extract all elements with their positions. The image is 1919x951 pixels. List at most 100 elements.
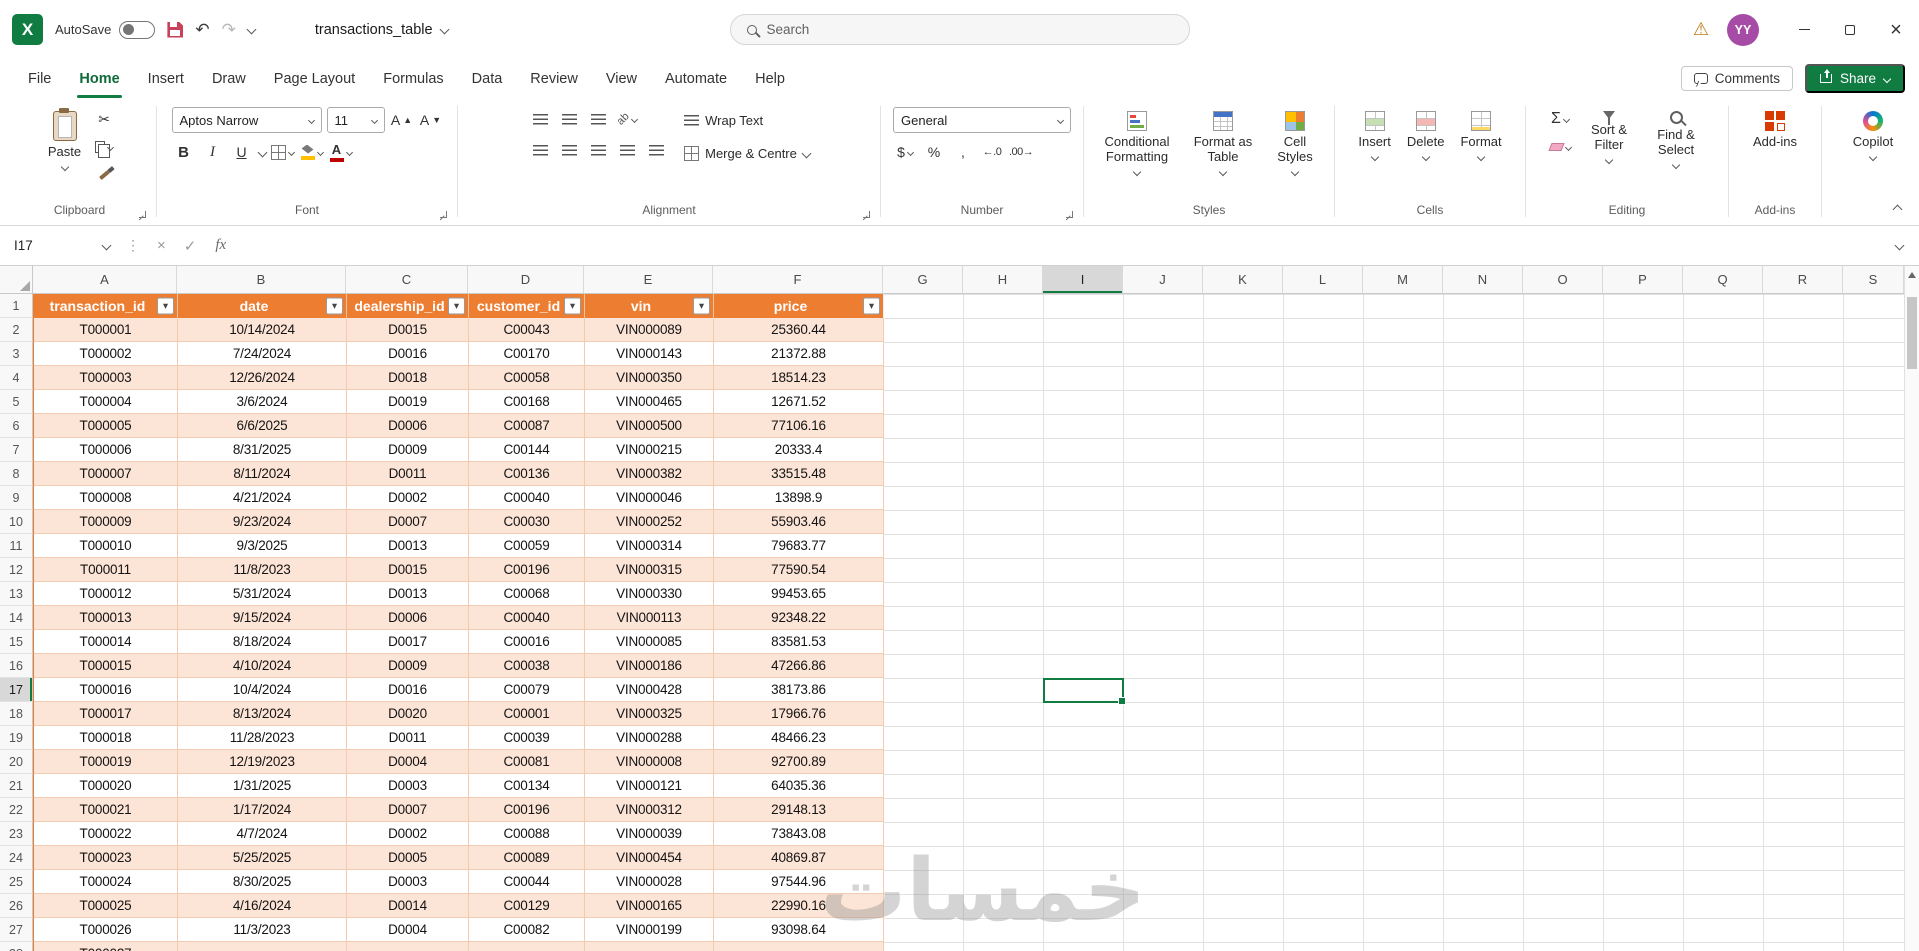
formula-bar-handle-icon[interactable]: ⋮ [126, 237, 140, 254]
cell[interactable]: VIN000186 [585, 654, 714, 678]
cell[interactable] [469, 942, 585, 951]
cell[interactable]: VIN000028 [585, 870, 714, 894]
cell[interactable]: 47266.86 [714, 654, 884, 678]
cell[interactable]: D0004 [347, 750, 469, 774]
comma-button[interactable]: , [951, 140, 975, 164]
row-header-4[interactable]: 4 [0, 366, 33, 390]
row-header-11[interactable]: 11 [0, 534, 33, 558]
row-header-13[interactable]: 13 [0, 582, 33, 606]
addins-button[interactable]: Add-ins [1748, 107, 1802, 199]
cell[interactable]: T000020 [34, 774, 178, 798]
font-name-combo[interactable]: Aptos Narrow [171, 107, 322, 133]
tab-automate[interactable]: Automate [651, 59, 741, 98]
cell[interactable]: T000013 [34, 606, 178, 630]
cell[interactable]: C00136 [469, 462, 585, 486]
tab-review[interactable]: Review [516, 59, 592, 98]
cell[interactable]: C00129 [469, 894, 585, 918]
row-header-12[interactable]: 12 [0, 558, 33, 582]
cell[interactable]: 17966.76 [714, 702, 884, 726]
column-header-Q[interactable]: Q [1683, 266, 1763, 293]
align-left-button[interactable] [528, 138, 552, 162]
cell[interactable]: VIN000465 [585, 390, 714, 414]
borders-button[interactable] [271, 140, 296, 164]
cell[interactable]: 9/23/2024 [178, 510, 347, 534]
cell[interactable]: 10/14/2024 [178, 318, 347, 342]
increase-indent-button[interactable] [644, 138, 668, 162]
fill-color-button[interactable] [300, 140, 324, 164]
cell[interactable]: VIN000039 [585, 822, 714, 846]
cell[interactable]: VIN000350 [585, 366, 714, 390]
cell[interactable]: D0016 [347, 342, 469, 366]
cell[interactable]: T000004 [34, 390, 178, 414]
column-header-B[interactable]: B [177, 266, 346, 293]
cell[interactable]: D0003 [347, 870, 469, 894]
cell[interactable]: D0009 [347, 438, 469, 462]
currency-button[interactable]: $ [893, 140, 917, 164]
redo-icon[interactable]: ↷ [222, 21, 236, 38]
cell[interactable]: T000008 [34, 486, 178, 510]
enter-icon[interactable]: ✓ [184, 237, 197, 255]
cell[interactable]: VIN000165 [585, 894, 714, 918]
expand-formula-bar-icon[interactable] [1894, 240, 1905, 251]
row-header-24[interactable]: 24 [0, 846, 33, 870]
cell[interactable]: VIN000428 [585, 678, 714, 702]
cell[interactable]: T000002 [34, 342, 178, 366]
cell[interactable]: D0003 [347, 774, 469, 798]
row-header-22[interactable]: 22 [0, 798, 33, 822]
cell[interactable]: 1/31/2025 [178, 774, 347, 798]
cell[interactable]: C00089 [469, 846, 585, 870]
cell[interactable]: VIN000312 [585, 798, 714, 822]
filter-button[interactable]: ▾ [326, 297, 343, 315]
percent-button[interactable]: % [922, 140, 946, 164]
cell[interactable]: T000018 [34, 726, 178, 750]
cell[interactable]: VIN000199 [585, 918, 714, 942]
name-box[interactable]: I17 [6, 232, 118, 260]
font-size-combo[interactable]: 11 [326, 107, 385, 133]
cell[interactable]: 18514.23 [714, 366, 884, 390]
row-header-18[interactable]: 18 [0, 702, 33, 726]
cell[interactable]: T000023 [34, 846, 178, 870]
cell[interactable]: D0019 [347, 390, 469, 414]
cell[interactable]: D0005 [347, 846, 469, 870]
row-header-20[interactable]: 20 [0, 750, 33, 774]
format-cells-button[interactable]: Format [1455, 107, 1506, 199]
cell[interactable]: 8/11/2024 [178, 462, 347, 486]
cell[interactable]: 4/16/2024 [178, 894, 347, 918]
cell[interactable]: C00016 [469, 630, 585, 654]
row-header-14[interactable]: 14 [0, 606, 33, 630]
cell[interactable]: D0013 [347, 582, 469, 606]
cell[interactable]: D0020 [347, 702, 469, 726]
cell[interactable]: T000019 [34, 750, 178, 774]
cell[interactable]: VIN000215 [585, 438, 714, 462]
cell[interactable]: T000026 [34, 918, 178, 942]
cell[interactable]: D0014 [347, 894, 469, 918]
column-header-D[interactable]: D [468, 266, 584, 293]
align-right-button[interactable] [586, 138, 610, 162]
cell[interactable]: 92700.89 [714, 750, 884, 774]
cell[interactable]: C00059 [469, 534, 585, 558]
filter-button[interactable]: ▾ [564, 297, 581, 315]
cell[interactable]: 20333.4 [714, 438, 884, 462]
cell[interactable]: 3/6/2024 [178, 390, 347, 414]
cell[interactable]: VIN000008 [585, 750, 714, 774]
cell[interactable]: C00082 [469, 918, 585, 942]
number-dialog-launcher-icon[interactable] [1066, 211, 1073, 218]
cell[interactable]: VIN000288 [585, 726, 714, 750]
cell[interactable]: C00043 [469, 318, 585, 342]
column-header-I[interactable]: I [1043, 266, 1123, 293]
cell[interactable]: 48466.23 [714, 726, 884, 750]
tab-help[interactable]: Help [741, 59, 799, 98]
cell[interactable]: T000003 [34, 366, 178, 390]
cell[interactable]: 5/25/2025 [178, 846, 347, 870]
underline-button[interactable]: U [230, 140, 254, 164]
cell[interactable]: D0007 [347, 510, 469, 534]
insert-cells-button[interactable]: Insert [1353, 107, 1396, 199]
cell[interactable]: C00196 [469, 798, 585, 822]
cell[interactable] [178, 942, 347, 951]
column-header-E[interactable]: E [584, 266, 713, 293]
column-header-H[interactable]: H [963, 266, 1043, 293]
italic-button[interactable]: I [201, 140, 225, 164]
grid[interactable] [883, 294, 1904, 951]
cell[interactable]: 5/31/2024 [178, 582, 347, 606]
autosave-toggle[interactable] [119, 20, 156, 39]
